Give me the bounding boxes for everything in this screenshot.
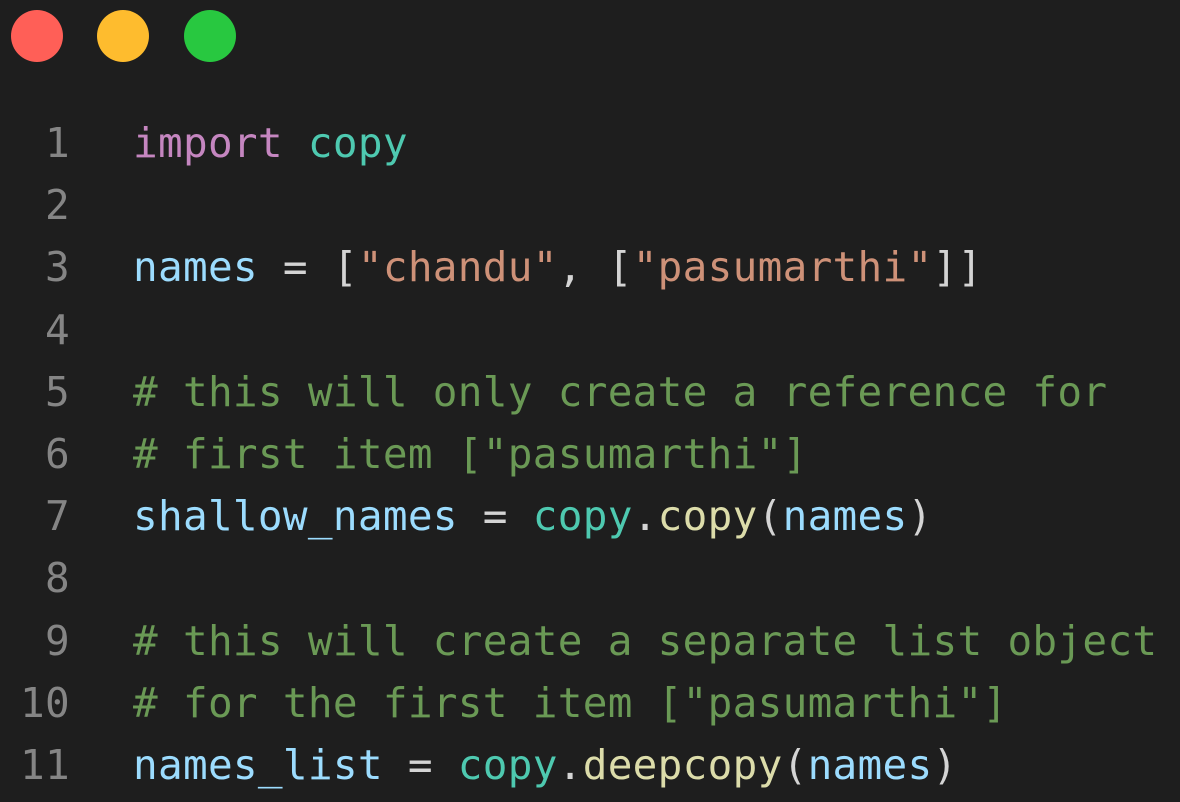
- token-variable: names: [807, 740, 933, 789]
- token-variable: names_list: [133, 740, 383, 789]
- token-punctuation: = [: [257, 243, 358, 292]
- line-content: # first item ["pasumarthi"]: [133, 423, 808, 485]
- maximize-button[interactable]: [184, 10, 236, 62]
- token-punctuation: [283, 119, 308, 167]
- line-number: 9: [45, 616, 70, 665]
- token-function: deepcopy: [582, 740, 783, 789]
- line-number: 8: [45, 554, 70, 603]
- close-button[interactable]: [11, 10, 63, 62]
- code-line: 10 # for the first item ["pasumarthi"]: [0, 672, 1180, 734]
- line-number: 7: [45, 492, 70, 541]
- token-variable: names: [782, 492, 908, 541]
- line-number: 4: [45, 305, 70, 354]
- line-number: 3: [45, 243, 70, 292]
- code-line: 2: [0, 174, 1180, 236]
- token-keyword: import: [133, 119, 283, 167]
- token-comment: # first item ["pasumarthi"]: [133, 429, 808, 478]
- code-line: 1 import copy: [0, 112, 1180, 174]
- token-variable: shallow_names: [133, 492, 458, 541]
- token-string: "chandu": [357, 243, 558, 292]
- line-number: 5: [45, 367, 70, 416]
- minimize-button[interactable]: [97, 10, 149, 62]
- line-content: names_list = copy.deepcopy(names): [133, 734, 957, 796]
- token-module: copy: [457, 740, 558, 789]
- code-line: 6 # first item ["pasumarthi"]: [0, 423, 1180, 485]
- token-punctuation: , [: [557, 243, 633, 292]
- token-punctuation: (: [757, 492, 783, 541]
- line-content: # this will create a separate list objec…: [133, 610, 1157, 672]
- token-punctuation: =: [457, 492, 533, 541]
- token-punctuation: .: [632, 492, 658, 541]
- token-punctuation: =: [382, 740, 458, 789]
- line-number: 6: [45, 429, 70, 478]
- token-function: copy: [657, 492, 758, 541]
- code-line: 3 names = ["chandu", ["pasumarthi"]]: [0, 236, 1180, 298]
- token-punctuation: (: [782, 740, 808, 789]
- token-punctuation: ]]: [932, 243, 983, 292]
- code-line: 9 # this will create a separate list obje…: [0, 610, 1180, 672]
- line-content: # for the first item ["pasumarthi"]: [133, 672, 1007, 734]
- line-content: shallow_names = copy.copy(names): [133, 485, 933, 547]
- code-line: 5 # this will only create a reference for: [0, 361, 1180, 423]
- code-window: 1 import copy 2 3 names = ["chandu", ["pasum…: [0, 0, 1180, 802]
- code-line: 8: [0, 547, 1180, 609]
- line-content: names = ["chandu", ["pasumarthi"]]: [133, 236, 982, 298]
- token-punctuation: .: [557, 740, 583, 789]
- line-number: 1: [45, 119, 70, 167]
- token-punctuation: ): [932, 740, 958, 789]
- token-comment: # for the first item ["pasumarthi"]: [133, 678, 1008, 727]
- token-comment: # this will only create a reference for: [133, 367, 1108, 416]
- line-number: 11: [20, 740, 70, 789]
- code-line: 11 names_list = copy.deepcopy(names): [0, 734, 1180, 796]
- line-content: # this will only create a reference for: [133, 361, 1107, 423]
- code-editor[interactable]: 1 import copy 2 3 names = ["chandu", ["pasum…: [0, 112, 1180, 796]
- line-number: 2: [45, 181, 70, 230]
- token-variable: names: [133, 243, 258, 292]
- code-line: 7 shallow_names = copy.copy(names): [0, 485, 1180, 547]
- token-module: copy: [307, 119, 408, 167]
- token-comment: # this will create a separate list objec…: [133, 616, 1158, 665]
- code-line: 4: [0, 299, 1180, 361]
- line-number: 10: [20, 678, 70, 727]
- line-content: import copy: [133, 112, 408, 174]
- token-module: copy: [532, 492, 633, 541]
- token-string: "pasumarthi": [632, 243, 933, 292]
- title-bar: [0, 0, 1180, 80]
- token-punctuation: ): [907, 492, 933, 541]
